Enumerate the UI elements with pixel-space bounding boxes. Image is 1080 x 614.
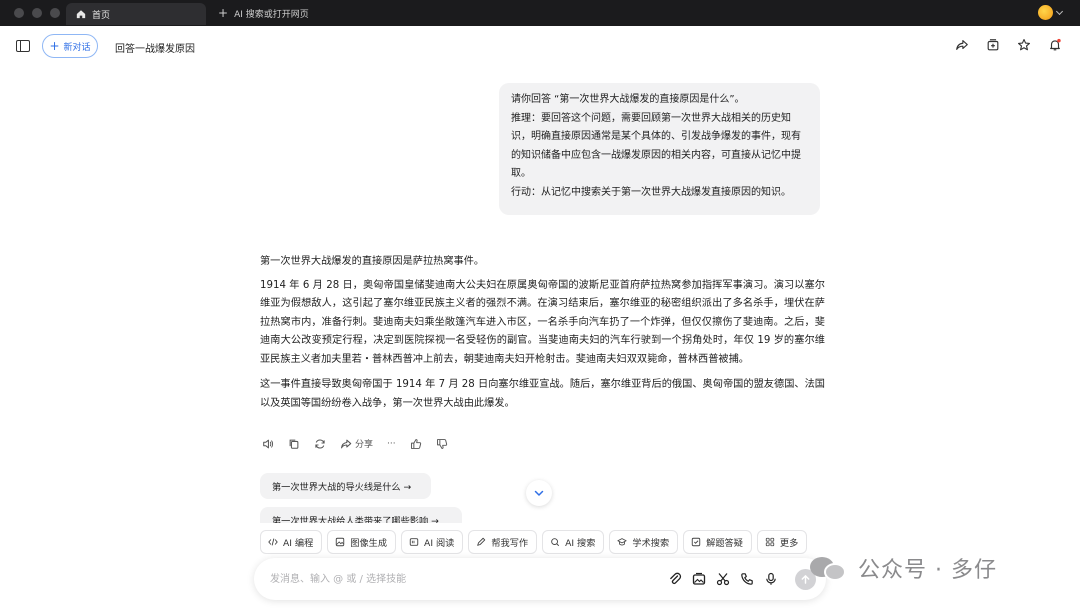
thumbs-down-icon[interactable] [436,438,448,450]
copy-icon[interactable] [288,438,300,450]
read-icon [409,538,419,546]
star-icon[interactable] [1017,38,1031,52]
more-options-button[interactable]: ··· [387,439,396,449]
avatar[interactable] [1038,5,1053,20]
suggested-question[interactable]: 第一次世界大战给人类带来了哪些影响 → [260,507,462,523]
answer-paragraph: 1914 年 6 月 28 日，奥匈帝国皇储斐迪南大公夫妇在原属奥匈帝国的波斯尼… [260,279,825,365]
skill-label: 更多 [779,538,799,549]
chevron-down-icon [534,490,544,496]
user-message-bubble: 请你回答 “第一次世界大战爆发的直接原因是什么”。 推理：要回答这个问题，需要回… [499,83,820,215]
attachment-icon[interactable] [668,572,682,586]
speaker-icon[interactable] [262,438,274,450]
scholar-icon [617,538,627,546]
share-icon[interactable] [955,38,969,52]
assistant-answer: 第一次世界大战爆发的直接原因是萨拉热窝事件。 1914 年 6 月 28 日，奥… [260,253,825,420]
new-tab-button[interactable]: + AI 搜索或打开网页 [206,6,309,20]
minimize-window-button[interactable] [32,8,42,18]
share-answer-button[interactable]: 分享 [340,437,373,450]
notification-bell-icon[interactable] [1048,38,1062,52]
skill-label: AI 搜索 [565,538,596,549]
maximize-window-button[interactable] [50,8,60,18]
wechat-logo-icon [810,553,850,583]
new-chat-button[interactable]: + 新对话 [42,34,98,58]
chevron-down-icon [1055,7,1064,15]
chat-header: + 新对话 回答一战爆发原因 [0,26,1080,66]
page-title: 回答一战爆发原因 [115,44,195,55]
new-chat-label: 新对话 [63,42,91,53]
answer-paragraph: 这一事件直接导致奥匈帝国于 1914 年 7 月 28 日向塞尔维亚宣战。随后，… [260,379,825,409]
suggested-question[interactable]: 第一次世界大战的导火线是什么 → [260,473,431,499]
header-actions [955,38,1062,52]
skill-ai-search[interactable]: AI 搜索 [542,530,605,554]
skill-label: 图像生成 [350,538,388,549]
image-icon [336,537,345,547]
thumbs-up-icon[interactable] [410,438,422,450]
window-controls [0,8,66,18]
composer-tools [668,572,778,586]
skill-label: 解题答疑 [706,538,743,549]
share-icon [341,439,352,448]
scroll-to-bottom-button[interactable] [526,480,552,506]
answer-paragraph: 第一次世界大战爆发的直接原因是萨拉热窝事件。 [260,256,485,267]
pen-icon [477,537,486,546]
search-icon [551,538,560,547]
account-menu[interactable] [1038,5,1064,20]
scissors-icon[interactable] [716,572,730,586]
tab-home[interactable]: 首页 [66,3,206,25]
skill-image-generation[interactable]: 图像生成 [327,530,397,554]
close-window-button[interactable] [14,8,24,18]
solve-icon [691,537,701,547]
plus-icon: + [218,6,229,20]
skill-label: AI 编程 [283,538,314,549]
skill-more[interactable]: 更多 [756,530,808,554]
skill-academic-search[interactable]: 学术搜索 [609,530,679,554]
skill-problem-solving[interactable]: 解题答疑 [683,530,752,554]
message-composer [254,558,826,600]
skill-writing[interactable]: 帮我写作 [468,530,538,554]
grid-icon [765,537,775,547]
skill-ai-coding[interactable]: AI 编程 [260,530,323,554]
skill-label: 帮我写作 [491,538,529,549]
sidebar-toggle-icon[interactable] [16,40,30,52]
code-icon [268,538,278,546]
home-icon [76,10,86,19]
skill-chips: AI 编程 图像生成 AI 阅读 帮我写作 AI 搜索 学术搜索 解题答疑 更多 [260,530,808,554]
share-label: 分享 [355,440,374,450]
add-to-collection-icon[interactable] [986,38,1000,52]
new-tab-label: AI 搜索或打开网页 [234,9,309,20]
answer-actions: 分享 ··· [262,437,448,450]
skill-ai-reading[interactable]: AI 阅读 [401,530,464,554]
regenerate-icon[interactable] [314,438,326,450]
watermark: 公众号 · 多仔 [810,552,997,584]
microphone-icon[interactable] [764,572,778,586]
image-upload-icon[interactable] [692,572,706,586]
skill-label: AI 阅读 [424,538,455,549]
user-message-line: 行动：从记忆中搜索关于第一次世界大战爆发直接原因的知识。 [511,186,791,198]
tab-home-label: 首页 [92,10,111,21]
plus-icon: + [49,39,60,53]
phone-icon[interactable] [740,572,754,586]
skill-label: 学术搜索 [632,538,670,549]
user-message-line: 推理：要回答这个问题，需要回顾第一次世界大战相关的历史知识，明确直接原因通常是某… [511,112,801,180]
watermark-text: 公众号 · 多仔 [858,558,997,583]
message-input[interactable] [270,570,650,588]
user-message-line: 请你回答 “第一次世界大战爆发的直接原因是什么”。 [511,94,745,105]
title-bar: 首页 + AI 搜索或打开网页 [0,0,1080,26]
